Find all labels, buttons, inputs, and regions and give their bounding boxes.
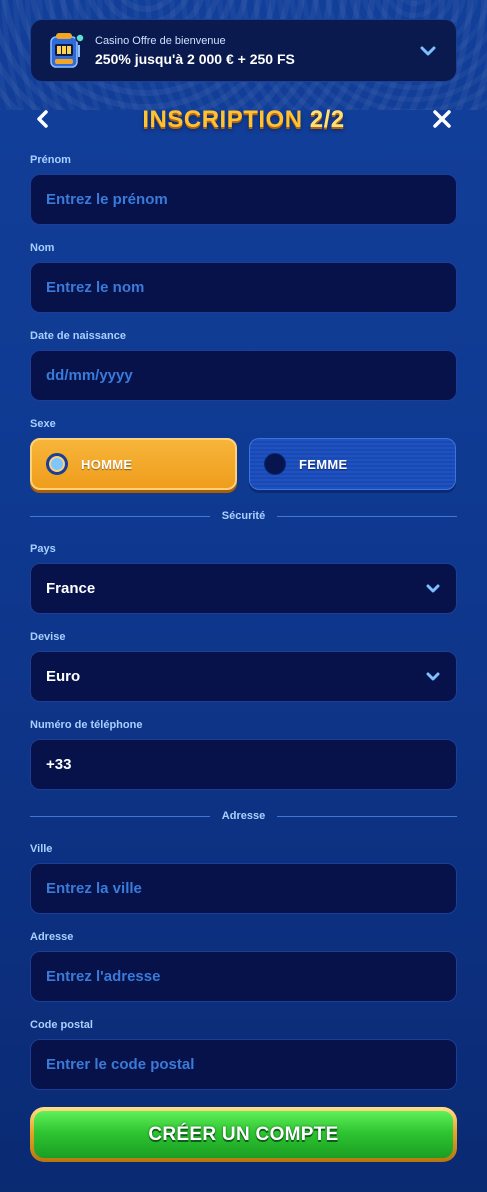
city-input[interactable]: Entrez la ville [30, 863, 457, 914]
postal-code-input[interactable]: Entrer le code postal [30, 1039, 457, 1090]
close-icon [433, 110, 451, 128]
create-account-label: CRÉER UN COMPTE [34, 1111, 453, 1158]
birthdate-label: Date de naissance [30, 330, 126, 342]
title-step: 2/2 [309, 106, 345, 133]
radio-selected-icon [46, 453, 68, 475]
divider-line [277, 515, 458, 517]
country-value: France [46, 580, 96, 597]
gender-male-button[interactable]: HOMME [30, 438, 237, 490]
chevron-down-icon [426, 669, 440, 686]
welcome-offer-banner[interactable]: Casino Offre de bienvenue 250% jusqu'à 2… [30, 19, 457, 82]
gender-female-button[interactable]: FEMME [249, 438, 456, 490]
postal-code-label: Code postal [30, 1019, 93, 1031]
chevron-down-icon [426, 581, 440, 598]
last-name-input[interactable]: Entrez le nom [30, 262, 457, 313]
create-account-button[interactable]: CRÉER UN COMPTE [30, 1107, 457, 1162]
offer-subtitle: Casino Offre de bienvenue [95, 34, 226, 47]
country-label: Pays [30, 543, 56, 555]
currency-select[interactable]: Euro [30, 651, 457, 702]
slot-machine-icon [47, 31, 85, 71]
chevron-down-icon[interactable] [408, 31, 448, 71]
title-text: INSCRIPTION [142, 106, 303, 133]
gender-label: Sexe [30, 418, 56, 430]
divider-line [30, 515, 210, 517]
divider-line [30, 815, 210, 817]
birthdate-input[interactable]: dd/mm/yyyy [30, 350, 457, 401]
gender-female-label: FEMME [299, 456, 348, 472]
close-button[interactable] [430, 106, 454, 132]
currency-label: Devise [30, 631, 66, 643]
page-title: INSCRIPTION 2/2 [0, 106, 487, 134]
address-section-title: Adresse [221, 810, 266, 822]
gender-male-label: HOMME [81, 456, 133, 472]
first-name-input[interactable]: Entrez le prénom [30, 174, 457, 225]
divider-line [277, 815, 458, 817]
first-name-label: Prénom [30, 154, 71, 166]
address-input[interactable]: Entrez l'adresse [30, 951, 457, 1002]
radio-unselected-icon [264, 453, 286, 475]
offer-title: 250% jusqu'à 2 000 € + 250 FS [95, 50, 295, 67]
security-section-divider: Sécurité [30, 509, 458, 523]
country-select[interactable]: France [30, 563, 457, 614]
address-section-divider: Adresse [30, 809, 458, 823]
currency-value: Euro [46, 668, 81, 685]
security-section-title: Sécurité [221, 510, 266, 522]
registration-header: INSCRIPTION 2/2 [0, 100, 487, 140]
last-name-label: Nom [30, 242, 55, 254]
address-label: Adresse [30, 931, 74, 943]
phone-label: Numéro de téléphone [30, 719, 143, 731]
city-label: Ville [30, 843, 53, 855]
phone-input[interactable]: +33 [30, 739, 457, 790]
